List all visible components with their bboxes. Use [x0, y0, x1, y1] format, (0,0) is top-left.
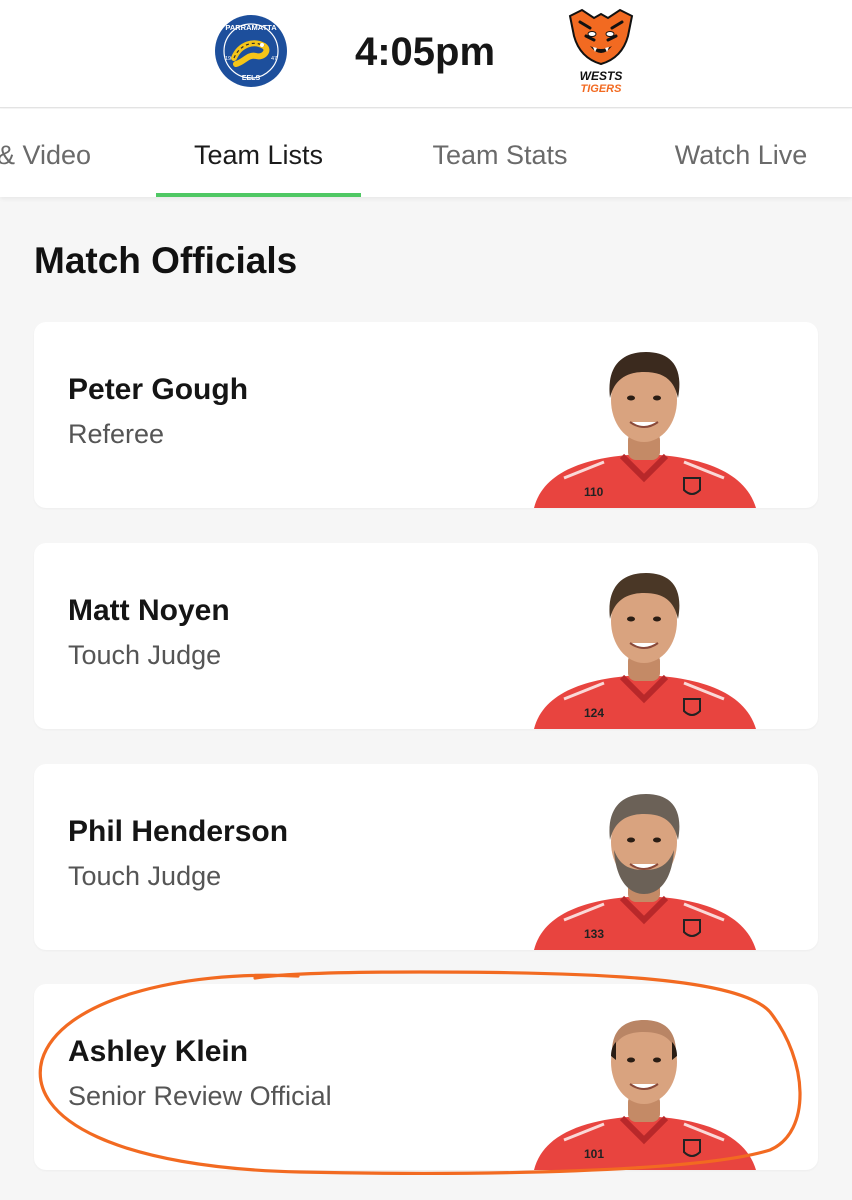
tab-video[interactable]: & Video	[0, 109, 94, 197]
eye-right	[653, 616, 661, 622]
parramatta-eels-logo[interactable]: PARRAMATTA EELS 19 47	[214, 14, 288, 88]
match-header: PARRAMATTA EELS 19 47 4:05pm WESTS TIGER…	[0, 0, 852, 108]
official-role: Touch Judge	[68, 861, 222, 891]
home-logo-year-right: 47	[271, 56, 277, 62]
official-photo: 124	[534, 573, 756, 729]
jersey-number: 110	[584, 485, 604, 499]
eye-left	[627, 837, 635, 843]
jersey-number: 101	[584, 1147, 604, 1161]
eye-left	[627, 1057, 635, 1063]
official-role: Senior Review Official	[68, 1081, 332, 1111]
official-name: Phil Henderson	[68, 815, 289, 848]
tab-watch-live[interactable]: Watch Live	[640, 109, 842, 197]
official-role: Referee	[68, 419, 165, 449]
official-card[interactable]: Peter Gough Referee 110	[34, 322, 818, 508]
official-name: Peter Gough	[68, 373, 249, 406]
home-logo-top-text: PARRAMATTA	[225, 23, 277, 32]
eye-right	[653, 395, 661, 401]
jersey-number: 133	[584, 927, 604, 941]
official-card[interactable]: Matt Noyen Touch Judge 124	[34, 543, 818, 729]
official-card[interactable]: Phil Henderson Touch Judge 133	[34, 764, 818, 950]
eye-left	[627, 395, 635, 401]
official-photo: 110	[534, 352, 756, 508]
tab-team-stats[interactable]: Team Stats	[400, 109, 600, 197]
app-screen: PARRAMATTA EELS 19 47 4:05pm WESTS TIGER…	[0, 0, 852, 1200]
active-tab-indicator	[156, 193, 361, 197]
home-logo-bottom-text: EELS	[242, 75, 261, 82]
official-photo: 101	[534, 1020, 756, 1170]
section-title: Match Officials	[34, 240, 298, 281]
wests-tigers-logo[interactable]: WESTS TIGERS	[562, 6, 640, 96]
away-logo-line1: WESTS	[580, 69, 623, 83]
tab-team-lists[interactable]: Team Lists	[156, 109, 361, 197]
official-photo: 133	[534, 794, 756, 950]
official-name: Matt Noyen	[68, 594, 230, 627]
official-name: Ashley Klein	[68, 1035, 249, 1068]
home-logo-year-left: 19	[225, 56, 231, 62]
match-time: 4:05pm	[354, 30, 496, 74]
eye-right	[653, 1057, 661, 1063]
tab-bar: & Video Team Lists Team Stats Watch Live	[0, 109, 852, 197]
eye-right	[653, 837, 661, 843]
jersey-number: 124	[584, 706, 604, 720]
official-card[interactable]: Ashley Klein Senior Review Official 101	[34, 984, 818, 1170]
eye-left	[627, 616, 635, 622]
official-role: Touch Judge	[68, 640, 222, 670]
away-logo-line2: TIGERS	[581, 83, 623, 95]
